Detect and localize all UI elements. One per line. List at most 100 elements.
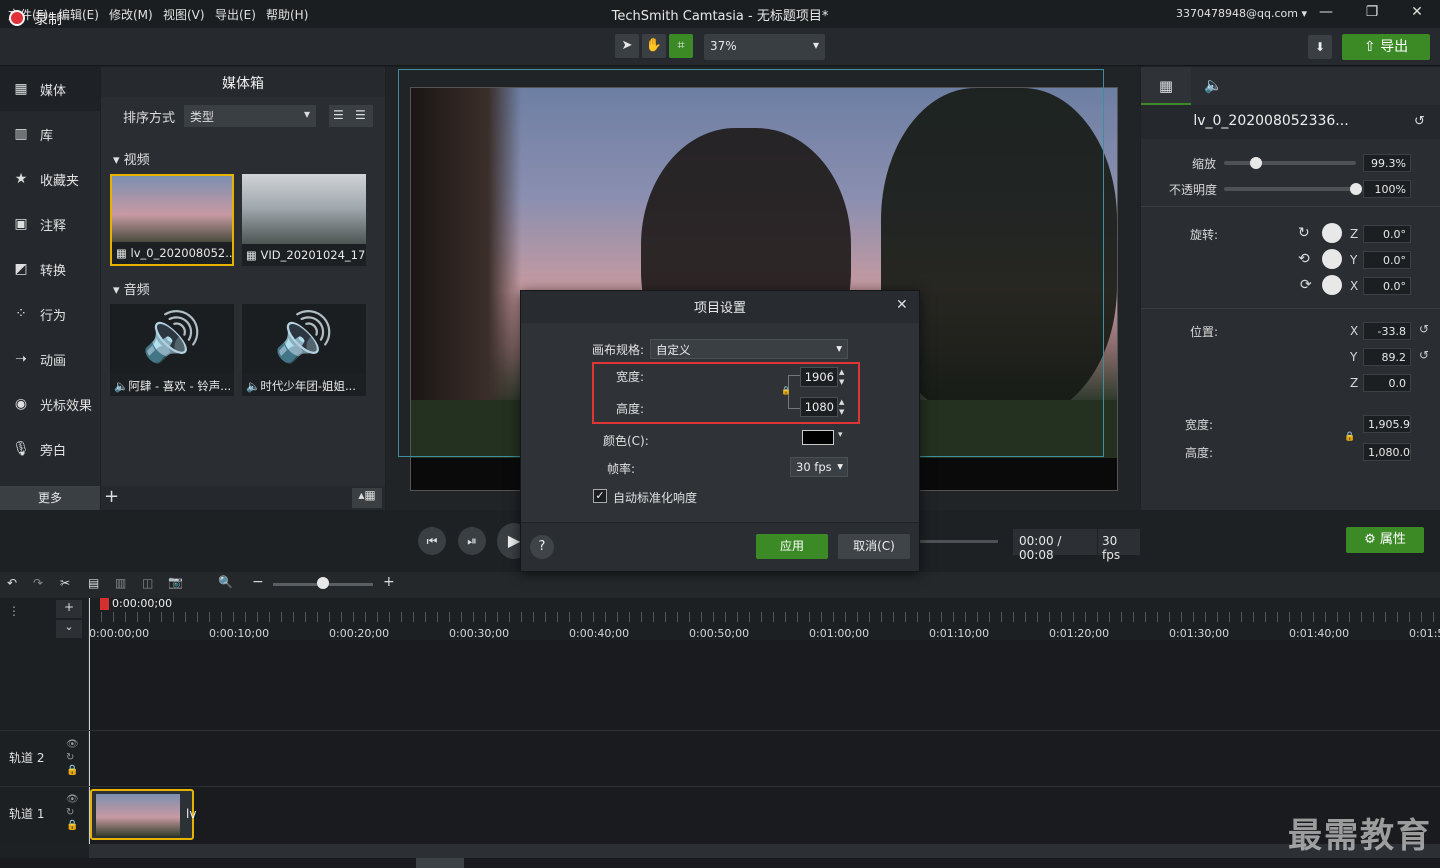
view-toggle[interactable]: ☰ ☰ — [329, 105, 373, 127]
track-row[interactable] — [0, 786, 1440, 840]
apply-button[interactable]: 应用 — [756, 534, 828, 559]
scale-value[interactable]: 99.3% — [1363, 154, 1411, 172]
media-audio-thumb[interactable]: 🔊 🔈时代少年团-姐姐... — [242, 304, 366, 396]
position-z-value[interactable]: 0.0 — [1363, 374, 1411, 392]
playhead-marker[interactable] — [100, 598, 109, 610]
properties-button[interactable]: ⚙ 属性 — [1346, 527, 1424, 553]
account-menu[interactable]: 3370478948@qq.com ▾ — [1176, 7, 1307, 20]
opacity-value[interactable]: 100% — [1363, 180, 1411, 198]
audio-props-tab-icon[interactable]: 🔈 — [1204, 76, 1223, 94]
cut-icon[interactable]: ✂ — [60, 576, 70, 590]
zoom-value: 37% — [710, 39, 737, 53]
reset-x-icon[interactable]: ↺ — [1419, 322, 1429, 336]
opacity-slider-knob[interactable] — [1350, 183, 1362, 195]
paste-icon[interactable]: ▥ — [115, 576, 126, 590]
sidebar-item-animations[interactable]: ➝ 动画 — [0, 337, 100, 381]
reset-icon[interactable]: ↺ — [1414, 114, 1425, 129]
collapse-tracks-icon[interactable]: ⌄ — [56, 620, 82, 638]
position-y-value[interactable]: 89.2 — [1363, 348, 1411, 366]
zoom-in-icon[interactable]: + — [383, 574, 395, 590]
rotate-x-dial[interactable] — [1322, 275, 1342, 295]
zoom-out-icon[interactable]: − — [252, 574, 264, 590]
scrub-bar[interactable] — [920, 540, 998, 543]
sidebar-item-annotations[interactable]: ▣ 注释 — [0, 202, 100, 246]
chevron-down-icon: ▾ — [837, 459, 843, 473]
width-value[interactable]: 1,905.9 — [1363, 415, 1411, 433]
height-value[interactable]: 1,080.0 — [1363, 443, 1411, 461]
pan-tool-icon[interactable]: ✋ — [642, 34, 666, 58]
copy-icon[interactable]: ▤ — [88, 576, 99, 590]
media-audio-thumb[interactable]: 🔊 🔈阿肆 - 喜欢 - 铃声... — [110, 304, 234, 396]
timeline-zoom-knob[interactable] — [317, 577, 329, 589]
position-x-value[interactable]: -33.8 — [1363, 322, 1411, 340]
sidebar-item-favorites[interactable]: ★ 收藏夹 — [0, 157, 100, 201]
track-controls-icon[interactable]: 👁 ↻ 🔒 — [66, 738, 79, 777]
track-controls-icon[interactable]: 👁 ↻ 🔒 — [66, 793, 79, 832]
add-track-icon[interactable]: + — [56, 600, 82, 618]
canvas-size-select[interactable]: 自定义 ▾ — [650, 339, 848, 359]
lock-aspect-icon[interactable]: 🔒 — [1344, 432, 1355, 442]
split-icon[interactable]: ◫ — [142, 576, 153, 590]
redo-icon[interactable]: ↷ — [33, 576, 43, 590]
search-icon[interactable]: 🔍 — [218, 575, 233, 589]
frame-rate-select[interactable]: 30 fps ▾ — [790, 457, 848, 477]
sidebar-item-library[interactable]: ▥ 库 — [0, 112, 100, 156]
cancel-button[interactable]: 取消(C) — [838, 534, 910, 559]
transition-icon: ◩ — [14, 261, 28, 277]
zoom-select[interactable]: 37% ▾ — [704, 34, 825, 60]
rotation-y-value[interactable]: 0.0° — [1363, 251, 1411, 269]
track-name: 轨道 1 — [9, 807, 45, 821]
media-video-thumb[interactable]: ▦ VID_20201024_17... — [242, 174, 366, 266]
undo-icon[interactable]: ↶ — [7, 576, 17, 590]
speaker-icon: 🔊 — [274, 309, 334, 365]
rotate-y-dial[interactable] — [1322, 249, 1342, 269]
snapshot-icon[interactable]: 📷 — [168, 575, 183, 589]
video-section-toggle[interactable]: ▾ 视频 — [113, 149, 150, 168]
export-button[interactable]: ⇧ 导出 — [1342, 34, 1430, 60]
ruler-label: 0:00:40;00 — [569, 627, 630, 640]
opacity-slider[interactable] — [1224, 187, 1356, 191]
rotate-z-dial[interactable] — [1322, 223, 1342, 243]
step-back-icon[interactable]: ⏮ — [418, 527, 446, 555]
close-window-button[interactable]: ✕ — [1407, 4, 1427, 24]
sidebar-item-cursor-effects[interactable]: ◉ 光标效果 — [0, 382, 100, 426]
timeline-clip[interactable]: lv — [90, 789, 196, 840]
select-tool-icon[interactable]: ➤ — [615, 34, 639, 58]
reset-y-icon[interactable]: ↺ — [1419, 348, 1429, 362]
sidebar-item-behaviors[interactable]: ⁘ 行为 — [0, 292, 100, 336]
visual-props-tab-icon[interactable]: ▦ — [1141, 67, 1191, 105]
add-media-icon[interactable]: + — [104, 486, 119, 507]
help-button[interactable]: ? — [530, 535, 554, 559]
rotation-x-value[interactable]: 0.0° — [1363, 277, 1411, 295]
close-icon[interactable]: ✕ — [896, 297, 908, 313]
chevron-down-icon[interactable]: ▾ — [838, 430, 843, 440]
scroll-thumb[interactable] — [416, 858, 464, 868]
magnet-icon[interactable]: ⋮ — [8, 604, 20, 618]
more-button[interactable]: 更多 — [0, 486, 100, 510]
sidebar-item-voice-narration[interactable]: 🎙 旁白 — [0, 427, 100, 471]
color-swatch[interactable] — [802, 430, 834, 445]
sort-select[interactable]: 类型 ▾ — [184, 105, 316, 127]
track-row[interactable] — [0, 730, 1440, 784]
rotation-z-value[interactable]: 0.0° — [1363, 225, 1411, 243]
scale-slider-knob[interactable] — [1249, 157, 1262, 169]
media-bin-footer — [101, 486, 385, 510]
divider — [1141, 206, 1440, 207]
record-button[interactable]: 录制 — [34, 9, 62, 29]
horizontal-scrollbar[interactable] — [89, 844, 1440, 858]
audio-section-toggle[interactable]: ▾ 音频 — [113, 279, 150, 298]
download-icon[interactable]: ⬇ — [1308, 35, 1332, 59]
grid-view-icon[interactable]: ▴▦ — [352, 488, 382, 508]
canvas-size-label: 画布规格: — [592, 343, 645, 357]
chevron-down-icon: ▾ — [1301, 7, 1307, 20]
sidebar-item-transitions[interactable]: ◩ 转换 — [0, 247, 100, 291]
minimize-button[interactable]: — — [1316, 4, 1336, 24]
crop-tool-icon[interactable]: ⌗ — [669, 34, 693, 58]
maximize-button[interactable]: ❐ — [1362, 4, 1382, 24]
scale-slider[interactable] — [1224, 161, 1356, 165]
step-forward-icon[interactable]: ⏯ — [458, 527, 486, 555]
sidebar-item-media[interactable]: ▦ 媒体 — [0, 67, 100, 111]
auto-loudness-checkbox[interactable]: ✓ — [593, 489, 607, 503]
media-video-thumb[interactable]: ▦ lv_0_202008052... — [110, 174, 234, 266]
record-icon[interactable] — [9, 10, 25, 26]
